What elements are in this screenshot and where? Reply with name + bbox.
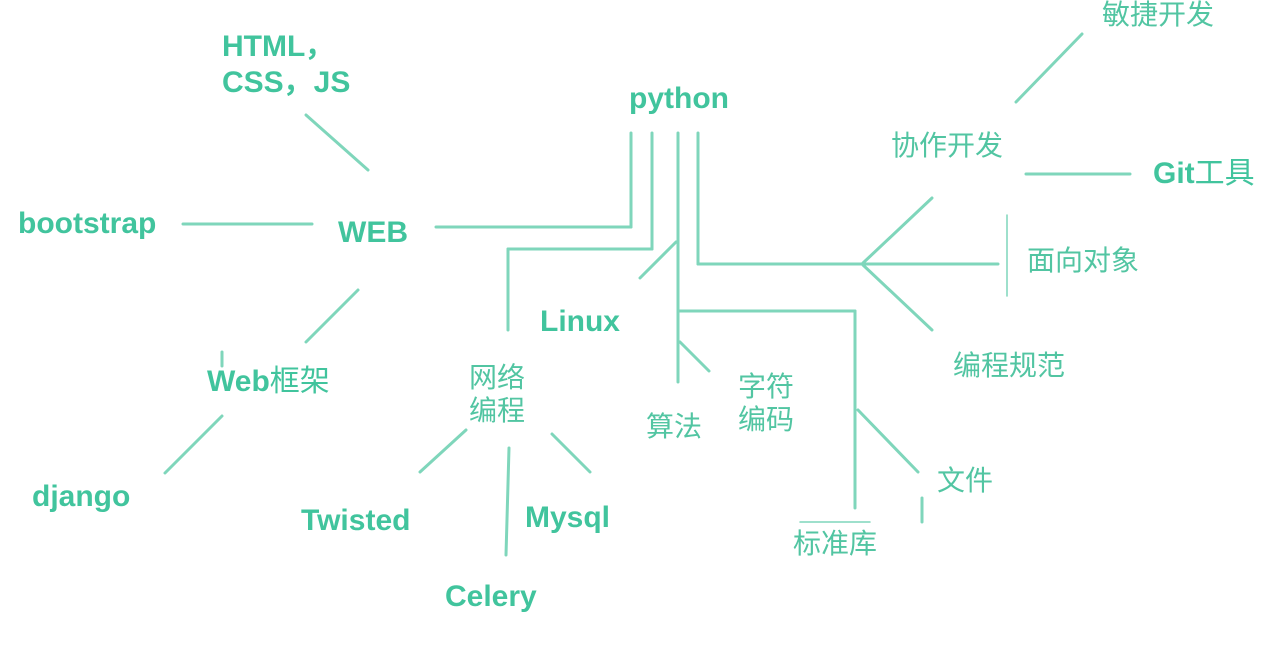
node-html-line1: HTML， bbox=[222, 30, 336, 63]
node-bootstrap: bootstrap bbox=[18, 207, 157, 240]
node-algorithm: 算法 bbox=[646, 410, 703, 443]
connector-trunk-encoding bbox=[678, 340, 711, 373]
node-network-line2: 编程 bbox=[469, 394, 526, 427]
connector-web-framework bbox=[304, 288, 360, 344]
connector-framework-django bbox=[163, 414, 224, 475]
node-web: WEB bbox=[338, 216, 408, 249]
node-html-css-js: HTML， CSS，JS bbox=[222, 29, 350, 101]
node-git-prefix: Git bbox=[1153, 157, 1195, 190]
node-stdlib: 标准库 bbox=[793, 527, 878, 560]
node-twisted: Twisted bbox=[301, 504, 411, 537]
node-encoding-line2: 编码 bbox=[738, 403, 795, 436]
node-django: django bbox=[32, 480, 131, 513]
node-char-encoding: 字符 编码 bbox=[738, 370, 794, 436]
connector-trunk-linux bbox=[638, 240, 678, 280]
node-linux: Linux bbox=[540, 305, 620, 338]
node-network-line1: 网络 bbox=[469, 361, 526, 394]
node-encoding-line1: 字符 bbox=[738, 370, 795, 403]
connector-right-collaboration bbox=[861, 196, 934, 265]
connector-network-mysql bbox=[550, 432, 592, 474]
node-file: 文件 bbox=[937, 464, 994, 497]
node-network-programming: 网络 编程 bbox=[469, 361, 525, 427]
node-git-tool: Git工具 bbox=[1153, 158, 1255, 190]
connector-web-html bbox=[304, 113, 370, 172]
connector-network-celery bbox=[504, 446, 511, 557]
connector-right-coding-style bbox=[861, 263, 934, 332]
connector-network-twisted bbox=[418, 428, 468, 474]
node-git-suffix: 工具 bbox=[1194, 156, 1255, 191]
connector-stdlib-file bbox=[856, 408, 920, 474]
node-web-framework: Web框架 bbox=[207, 366, 330, 398]
node-oop: 面向对象 bbox=[1027, 244, 1140, 277]
node-collaboration: 协作开发 bbox=[891, 129, 1004, 162]
root-node-python: python bbox=[629, 82, 729, 115]
node-html-line2: CSS，JS bbox=[222, 66, 351, 99]
node-celery: Celery bbox=[445, 580, 537, 613]
connector-collaboration-agile bbox=[1014, 32, 1084, 104]
node-web-framework-suffix: 框架 bbox=[269, 364, 330, 399]
node-coding-style: 编程规范 bbox=[953, 349, 1066, 382]
node-web-framework-prefix: Web bbox=[207, 365, 270, 398]
node-mysql: Mysql bbox=[525, 501, 611, 534]
node-agile: 敏捷开发 bbox=[1102, 0, 1215, 31]
